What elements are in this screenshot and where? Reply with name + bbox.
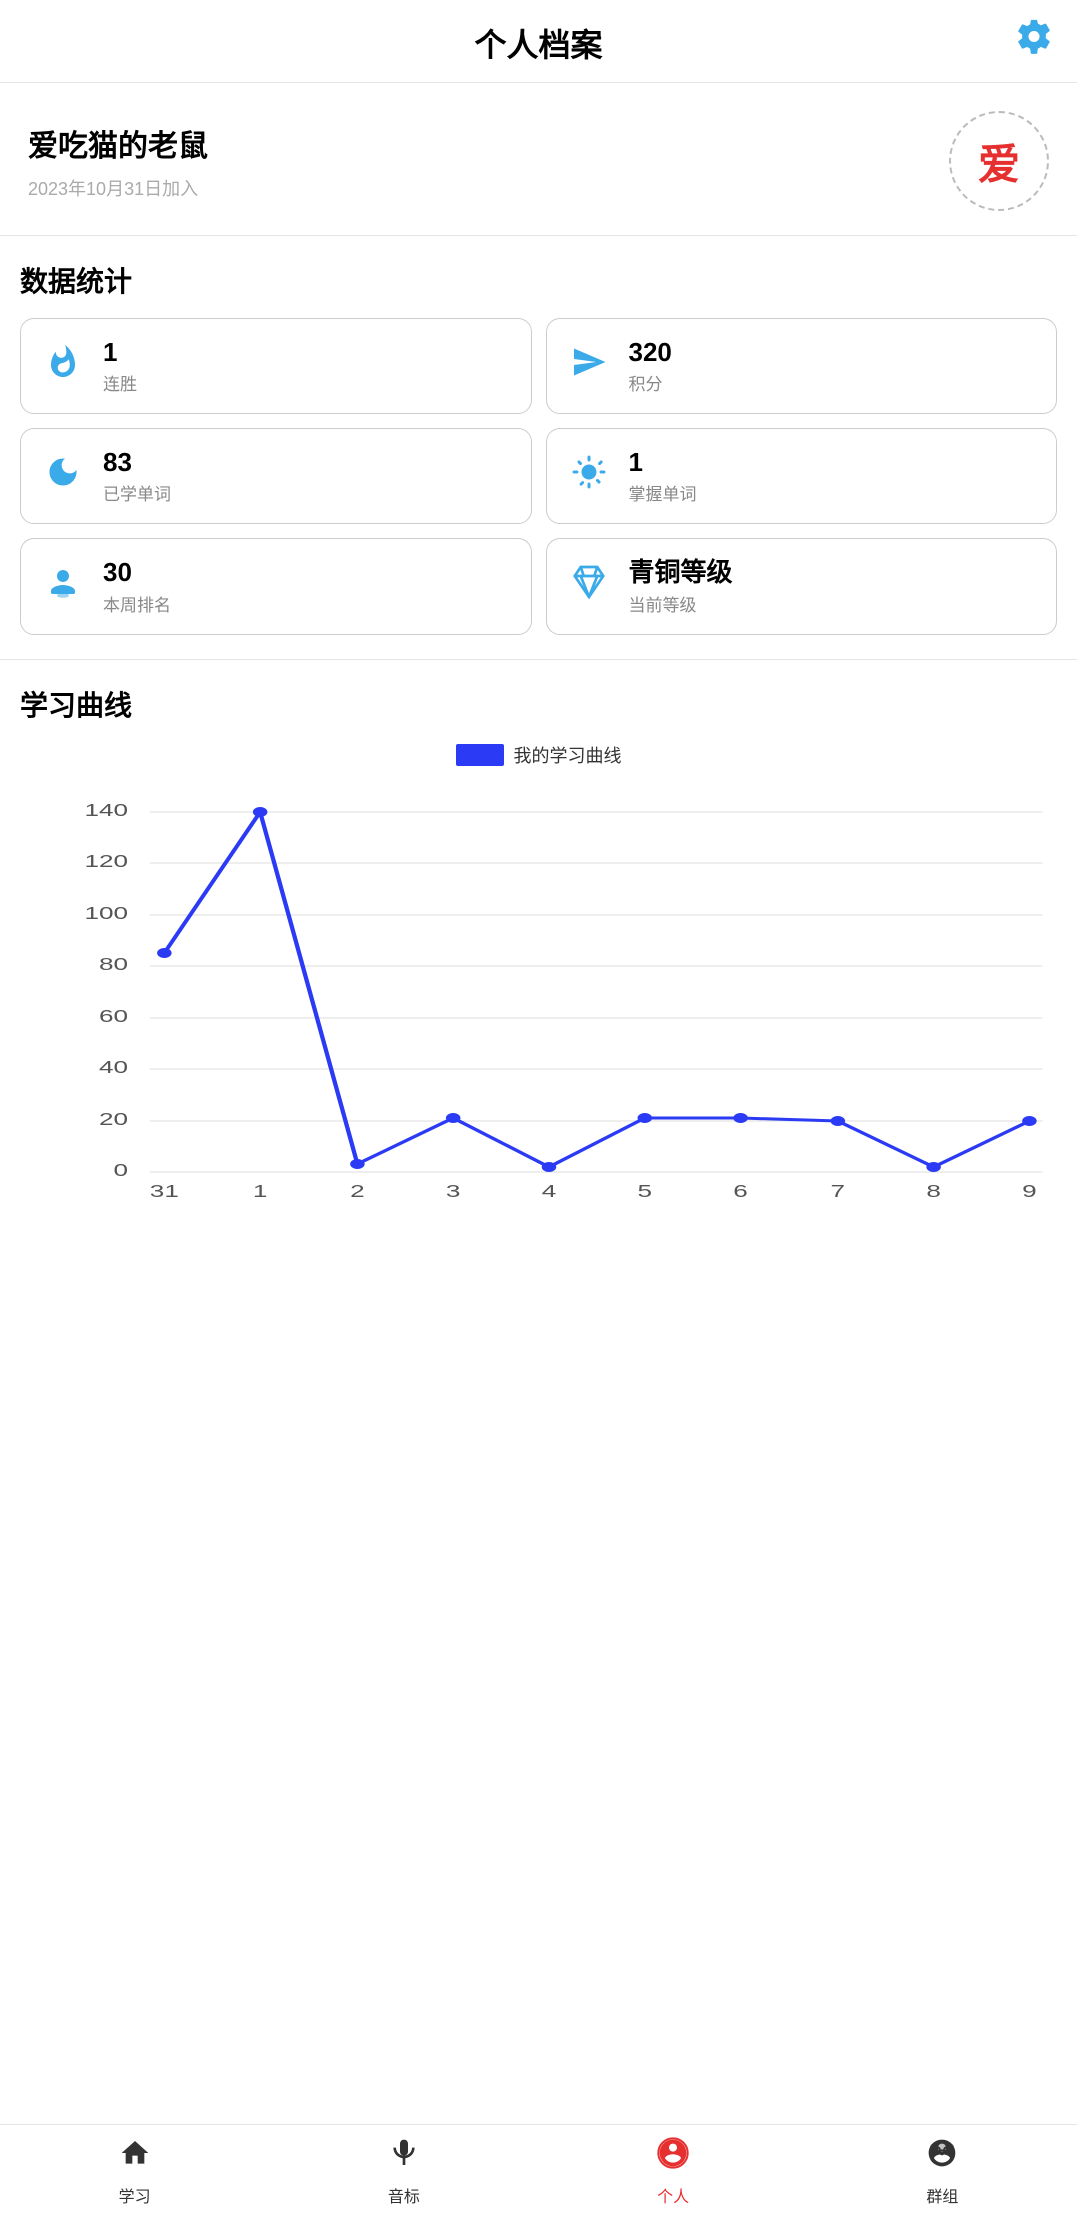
stat-card-streak: 1 连胜: [20, 318, 532, 414]
stat-card-rank: 30 本周排名: [20, 538, 532, 634]
profile-info: 爱吃猫的老鼠 2023年10月31日加入: [28, 121, 208, 201]
svg-text:1: 1: [253, 1181, 268, 1201]
stat-card-points: 320 积分: [546, 318, 1058, 414]
svg-text:120: 120: [84, 851, 128, 871]
chart-title: 学习曲线: [20, 684, 1057, 724]
nav-item-profile[interactable]: 个人: [633, 2137, 713, 2207]
bottom-nav: 学习 音标 个人: [0, 2124, 1077, 2231]
streak-value: 1: [103, 337, 137, 368]
stats-section: 数据统计 1 连胜 320 积分: [0, 236, 1077, 660]
stats-title: 数据统计: [20, 260, 1057, 300]
stat-card-learned: 83 已学单词: [20, 428, 532, 524]
nav-label-group: 群组: [926, 2183, 958, 2207]
legend-color-box: [456, 744, 504, 766]
settings-icon[interactable]: [1015, 18, 1053, 65]
chart-legend: 我的学习曲线: [20, 742, 1057, 768]
svg-text:2: 2: [350, 1181, 365, 1201]
svg-text:5: 5: [638, 1181, 653, 1201]
stat-content-points: 320 积分: [629, 337, 672, 395]
stat-content-mastered: 1 掌握单词: [629, 447, 697, 505]
chart-svg: .grid-line { stroke: #ddd; stroke-width:…: [70, 792, 1057, 1212]
join-date: 2023年10月31日加入: [28, 175, 208, 201]
nav-item-study[interactable]: 学习: [95, 2137, 175, 2207]
profile-section: 爱吃猫的老鼠 2023年10月31日加入 爱: [0, 83, 1077, 236]
points-value: 320: [629, 337, 672, 368]
nav-label-phonetic: 音标: [388, 2183, 420, 2207]
username: 爱吃猫的老鼠: [28, 121, 208, 165]
mic-icon: [388, 2137, 420, 2177]
stat-content-level: 青铜等级 当前等级: [629, 557, 733, 615]
svg-text:6: 6: [733, 1181, 748, 1201]
svg-text:20: 20: [99, 1109, 128, 1129]
level-value: 青铜等级: [629, 557, 733, 588]
stats-grid: 1 连胜 320 积分 83: [20, 318, 1057, 635]
rank-label: 本周排名: [103, 591, 171, 616]
svg-text:7: 7: [831, 1181, 846, 1201]
home-icon: [119, 2137, 151, 2177]
spy-icon: [926, 2137, 958, 2177]
mastered-value: 1: [629, 447, 697, 478]
sun-icon: [567, 454, 611, 499]
level-label: 当前等级: [629, 591, 733, 616]
person-rank-icon: [41, 564, 85, 609]
chart-container: .grid-line { stroke: #ddd; stroke-width:…: [20, 792, 1057, 1252]
stat-content-rank: 30 本周排名: [103, 557, 171, 615]
nav-label-profile: 个人: [657, 2183, 689, 2207]
svg-text:80: 80: [99, 954, 128, 974]
legend-label: 我的学习曲线: [514, 742, 622, 768]
moon-icon: [41, 454, 85, 499]
svg-text:4: 4: [542, 1181, 557, 1201]
svg-text:100: 100: [84, 903, 128, 923]
points-label: 积分: [629, 370, 672, 395]
stat-card-mastered: 1 掌握单词: [546, 428, 1058, 524]
nav-item-phonetic[interactable]: 音标: [364, 2137, 444, 2207]
page-title: 个人档案: [474, 20, 602, 66]
svg-text:9: 9: [1022, 1181, 1037, 1201]
svg-text:31: 31: [150, 1181, 179, 1201]
streak-label: 连胜: [103, 370, 137, 395]
stat-content-streak: 1 连胜: [103, 337, 137, 395]
chart-section: 学习曲线 我的学习曲线 .grid-line { stroke: #ddd; s…: [0, 660, 1077, 2124]
svg-text:140: 140: [84, 800, 128, 820]
nav-item-group[interactable]: 群组: [902, 2137, 982, 2207]
learned-value: 83: [103, 447, 171, 478]
avatar: 爱: [949, 111, 1049, 211]
stat-card-level: 青铜等级 当前等级: [546, 538, 1058, 634]
svg-text:0: 0: [114, 1160, 129, 1180]
svg-text:60: 60: [99, 1006, 128, 1026]
rank-value: 30: [103, 557, 171, 588]
header: 个人档案: [0, 0, 1077, 83]
svg-text:3: 3: [446, 1181, 461, 1201]
svg-text:8: 8: [926, 1181, 941, 1201]
svg-text:40: 40: [99, 1057, 128, 1077]
streak-icon: [41, 344, 85, 389]
points-icon: [567, 344, 611, 389]
diamond-icon: [567, 564, 611, 609]
mastered-label: 掌握单词: [629, 480, 697, 505]
person-circle-icon: [657, 2137, 689, 2177]
stat-content-learned: 83 已学单词: [103, 447, 171, 505]
learned-label: 已学单词: [103, 480, 171, 505]
nav-label-study: 学习: [119, 2183, 151, 2207]
